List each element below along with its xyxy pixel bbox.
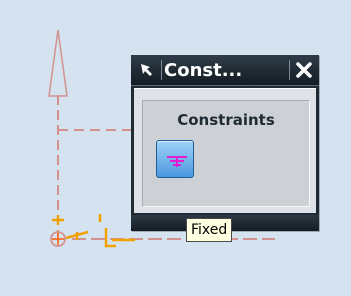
constraints-group: Constraints	[142, 100, 310, 207]
toolbar-title-bar[interactable]: Const...	[131, 55, 319, 86]
fixed-tooltip: Fixed	[186, 218, 233, 242]
toolbar-body: Constraints	[134, 88, 316, 213]
group-label: Constraints	[177, 111, 275, 129]
fixed-constraint-button[interactable]	[156, 140, 194, 178]
origin-point	[50, 231, 66, 247]
datum-axis	[48, 29, 68, 235]
title-separator	[289, 60, 290, 80]
fixed-ground-icon	[167, 156, 187, 167]
constraints-toolbar: Const... Constraints	[131, 55, 319, 231]
close-x-icon[interactable]	[292, 59, 316, 81]
title-separator	[161, 60, 162, 80]
graphics-window[interactable]: Const... Constraints Fixed	[0, 0, 351, 296]
pin-arrow-icon[interactable]	[135, 58, 159, 82]
toolbar-title: Const...	[164, 60, 243, 81]
